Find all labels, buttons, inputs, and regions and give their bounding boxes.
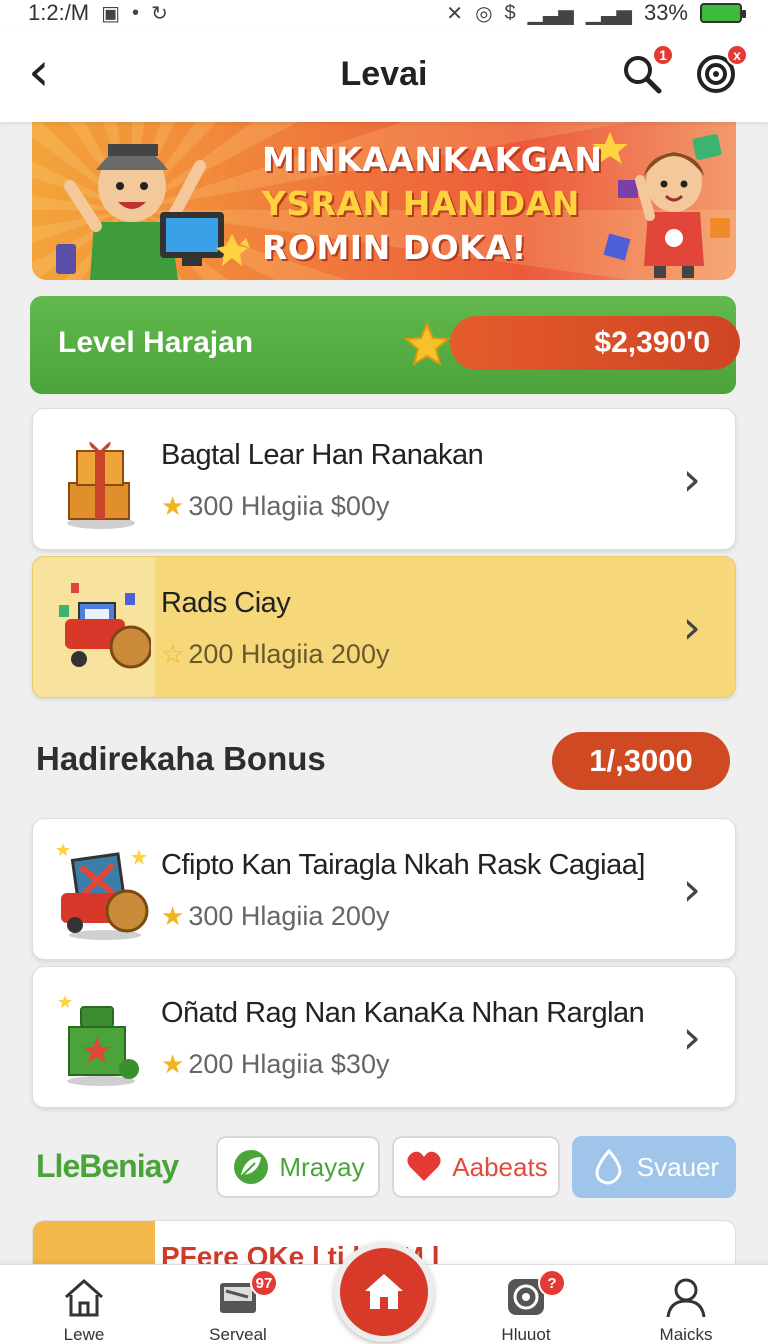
signal-icon: ▁▃▅ xyxy=(527,2,574,25)
reward-card-meta-text: 300 Hlagiia 200y xyxy=(188,901,390,931)
app-header: ‹ Levai 1 x xyxy=(0,26,768,122)
chip-aabeats[interactable]: Aabeats xyxy=(392,1136,560,1198)
reward-card-meta-text: 300 Hlagiia $00y xyxy=(188,491,390,521)
sync-icon: ↻ xyxy=(151,2,168,25)
nav-item-serveal[interactable]: 97 Serveal xyxy=(178,1269,298,1344)
profile-icon xyxy=(666,1278,706,1318)
promo-boy-illustration xyxy=(56,144,250,280)
level-label: Level Harajan xyxy=(58,326,254,359)
status-bar-left: 1:2:/M ▣ • ↻ xyxy=(28,0,168,26)
star-icon: ☆ xyxy=(161,639,185,669)
dot-icon: • xyxy=(132,1,140,24)
nav-label: Hluuot xyxy=(501,1325,551,1344)
chip-svauer[interactable]: Svauer xyxy=(572,1136,736,1198)
nav-label: Serveal xyxy=(209,1325,267,1344)
reward-card-2[interactable]: Rads Ciay ☆ 200 Hlagiia 200y › xyxy=(32,556,736,698)
level-amount: $2,390'0 xyxy=(594,326,710,359)
status-time: 1:2:/M xyxy=(28,0,90,25)
drop-icon xyxy=(595,1148,622,1185)
chip-label: Mrayay xyxy=(279,1151,365,1182)
battery-percent: 33% xyxy=(643,0,688,25)
gift-box-icon xyxy=(67,441,135,529)
nav-label: Lewe xyxy=(63,1325,105,1344)
alarm-icon: ◎ xyxy=(475,2,493,25)
leaf-icon xyxy=(234,1150,269,1184)
back-button[interactable]: ‹ xyxy=(28,45,72,102)
wifi-signal-icon: ▁▃▅ xyxy=(585,2,632,25)
search-button[interactable]: 1 xyxy=(620,44,674,96)
chip-mrayay[interactable]: Mrayay xyxy=(216,1136,380,1198)
level-bar[interactable]: Level Harajan $2,390'0 xyxy=(30,296,740,394)
chevron-left-icon: ‹ xyxy=(28,40,50,103)
nav-badge: ? xyxy=(538,1269,566,1297)
status-bar-right: ✕ ◎ $ ▁▃▅ ▁▃▅ 33% xyxy=(446,0,746,26)
nav-home-button[interactable] xyxy=(334,1242,434,1342)
mute-icon: ✕ xyxy=(446,2,464,25)
home-icon xyxy=(365,1274,403,1309)
nav-item-hluuot[interactable]: ? Hluuot xyxy=(466,1269,586,1344)
home-outline-icon xyxy=(65,1278,103,1317)
promo-banner[interactable]: MINKAANKAKGAN YSRAN HANIDAN ROMIN DOKA! xyxy=(32,120,736,280)
chip-label: Aabeats xyxy=(452,1151,548,1182)
section-title: Hadirekaha Bonus xyxy=(36,740,326,777)
chip-label: Svauer xyxy=(636,1151,720,1182)
battery-icon xyxy=(700,3,746,23)
reward-card-3[interactable]: Cfipto Kan Tairagla Nkah Rask Cagiaa] ★ … xyxy=(32,818,736,960)
chips-title: LleBeniay xyxy=(36,1148,179,1184)
reward-card-meta-text: 200 Hlagiia 200y xyxy=(188,639,390,669)
reward-card-meta: ☆ 200 Hlagiia 200y xyxy=(161,639,389,670)
reward-card-meta-text: 200 Hlagiia $30y xyxy=(188,1049,390,1079)
chevron-right-icon: › xyxy=(682,862,701,916)
target-button[interactable]: x xyxy=(694,44,748,96)
reward-card-title: Bagtal Lear Han Ranakan xyxy=(161,439,484,471)
reward-card-4[interactable]: Oñatd Rag Nan KanaKa Nhan Rarglan ★ 200 … xyxy=(32,966,736,1108)
promo-line-1: MINKAANKAKGAN xyxy=(262,140,603,179)
nav-label: Maicks xyxy=(659,1325,713,1344)
chevron-right-icon: › xyxy=(682,600,701,654)
search-badge: 1 xyxy=(652,44,674,66)
reward-card-title: Cfipto Kan Tairagla Nkah Rask Cagiaa] xyxy=(161,849,645,881)
status-bar: 1:2:/M ▣ • ↻ ✕ ◎ $ ▁▃▅ ▁▃▅ 33% xyxy=(0,0,768,26)
reward-card-meta: ★ 300 Hlagiia 200y xyxy=(161,901,389,932)
reward-card-title: Oñatd Rag Nan KanaKa Nhan Rarglan xyxy=(161,997,645,1029)
reward-card-1[interactable]: Bagtal Lear Han Ranakan ★ 300 Hlagiia $0… xyxy=(32,408,736,550)
chevron-right-icon: › xyxy=(682,452,701,506)
page-title: Levai xyxy=(340,54,428,93)
nav-item-maicks[interactable]: Maicks xyxy=(626,1275,746,1344)
reward-card-meta: ★ 300 Hlagiia $00y xyxy=(161,491,389,522)
star-icon: ★ xyxy=(161,491,185,521)
section-count-pill: 1/,3000 xyxy=(552,732,730,790)
reward-card-title: Rads Ciay xyxy=(161,587,291,619)
heart-icon xyxy=(407,1151,441,1181)
target-badge: x xyxy=(726,44,748,66)
level-amount-pill: $2,390'0 xyxy=(450,316,740,370)
money-icon: $ xyxy=(504,1,516,24)
treasure-cart-icon xyxy=(56,843,149,940)
chevron-right-icon: › xyxy=(682,1010,701,1064)
promo-headline: MINKAANKAKGAN YSRAN HANIDAN ROMIN DOKA! xyxy=(262,138,602,270)
notification-icon: ▣ xyxy=(101,2,121,25)
green-gift-icon xyxy=(58,995,139,1086)
promo-line-3: ROMIN DOKA! xyxy=(262,228,527,267)
star-icon xyxy=(404,322,450,367)
promo-line-2: YSRAN HANIDAN xyxy=(262,184,580,223)
nav-badge: 97 xyxy=(250,1269,278,1297)
star-icon: ★ xyxy=(161,901,185,931)
reward-card-meta: ★ 200 Hlagiia $30y xyxy=(161,1049,389,1080)
nav-item-lewe[interactable]: Lewe xyxy=(24,1275,144,1344)
gift-cart-icon xyxy=(59,583,151,669)
star-icon: ★ xyxy=(161,1049,185,1079)
